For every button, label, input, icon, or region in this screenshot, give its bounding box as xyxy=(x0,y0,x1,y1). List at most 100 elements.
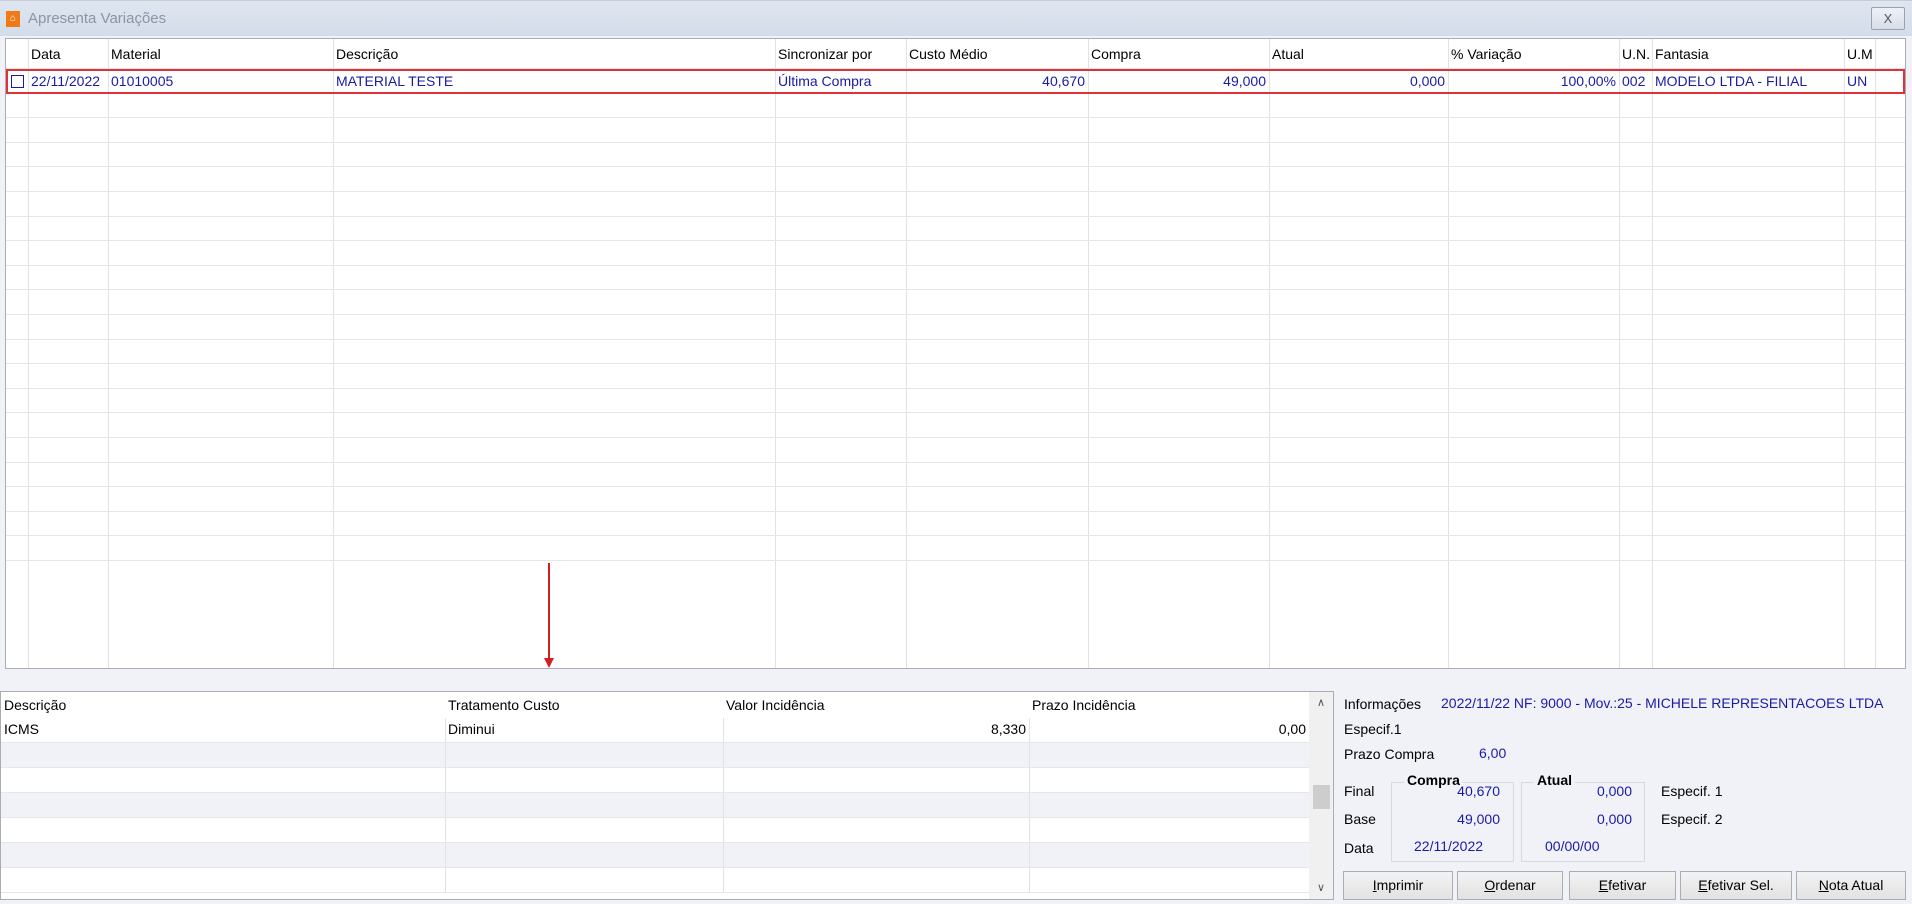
table-row xyxy=(6,266,1905,291)
column-header[interactable]: U.N. xyxy=(1619,39,1652,68)
column-divider xyxy=(723,818,724,842)
scroll-up-icon[interactable]: ∧ xyxy=(1309,692,1333,714)
table-row xyxy=(6,192,1905,217)
red-arrow-annotation xyxy=(548,563,550,661)
column-divider xyxy=(1029,818,1030,842)
efetivar-button[interactable]: Efetivar xyxy=(1569,871,1676,900)
cell-prazo: 0,00 xyxy=(1278,721,1306,737)
column-divider xyxy=(1029,843,1030,867)
table-row xyxy=(6,118,1905,143)
table-row xyxy=(6,364,1905,389)
table-row xyxy=(1,793,1309,818)
table-row xyxy=(6,241,1905,266)
especif1-label: Especif.1 xyxy=(1344,721,1402,737)
table-row xyxy=(6,143,1905,168)
column-header[interactable]: Descrição xyxy=(333,39,775,68)
app-icon: ⌂ xyxy=(6,11,20,27)
table-row[interactable]: ICMS Diminui 8,330 0,00 xyxy=(1,718,1309,743)
table-row xyxy=(6,536,1905,561)
column-header[interactable]: U.M xyxy=(1844,39,1875,68)
table-row xyxy=(6,413,1905,438)
informacoes-value: 2022/11/22 NF: 9000 - Mov.:25 - MICHELE … xyxy=(1441,695,1884,711)
column-header[interactable] xyxy=(1875,39,1905,68)
column-header[interactable]: Tratamento Custo xyxy=(445,692,723,721)
cell-variacao: 100,00% xyxy=(1560,73,1616,89)
compra-data-value: 22/11/2022 xyxy=(1414,838,1484,854)
title-bar: ⌂ Apresenta Variações X xyxy=(0,0,1912,36)
column-divider xyxy=(445,793,446,817)
compra-final-value: 40,670 xyxy=(1457,783,1500,799)
compra-base-value: 49,000 xyxy=(1457,811,1500,827)
column-divider xyxy=(445,818,446,842)
taxes-grid: Descrição Tratamento Custo Valor Incidênci… xyxy=(0,691,1334,900)
table-row xyxy=(1,743,1309,768)
table-row xyxy=(6,389,1905,414)
cell-compra: 49,000 xyxy=(1223,73,1266,89)
column-divider xyxy=(723,868,724,892)
column-divider xyxy=(445,743,446,767)
cell-fantasia: MODELO LTDA - FILIAL xyxy=(1655,73,1808,89)
table-row xyxy=(1,868,1309,893)
column-header[interactable]: Valor Incidência xyxy=(723,692,1029,721)
cell-material: 01010005 xyxy=(111,73,174,89)
informacoes-label: Informações xyxy=(1344,696,1422,712)
table-row xyxy=(6,94,1905,119)
table-row-selected[interactable]: 22/11/2022 01010005 MATERIAL TESTE Última C… xyxy=(6,69,1905,94)
column-header[interactable] xyxy=(6,39,28,68)
column-divider xyxy=(1029,743,1030,767)
final-label: Final xyxy=(1344,783,1375,799)
especif-1-label: Especif. 1 xyxy=(1661,783,1723,799)
window-title: Apresenta Variações xyxy=(28,10,167,27)
row-checkbox[interactable] xyxy=(11,74,24,88)
ordenar-button[interactable]: Ordenar xyxy=(1457,871,1563,900)
table-row xyxy=(6,290,1905,315)
table-row xyxy=(1,818,1309,843)
column-header[interactable]: Material xyxy=(108,39,333,68)
column-divider xyxy=(723,743,724,767)
nota-atual-button[interactable]: Nota Atual xyxy=(1796,871,1906,900)
table-row xyxy=(1,843,1309,868)
cell-custo_medio: 40,670 xyxy=(1042,73,1085,89)
header-row: Data Material Descrição Sincronizar por Cust… xyxy=(6,39,1905,69)
red-arrow-head xyxy=(544,658,554,668)
scroll-down-icon[interactable]: ∨ xyxy=(1309,877,1333,899)
column-header[interactable]: Atual xyxy=(1269,39,1448,68)
efetivar-sel-button[interactable]: Efetivar Sel. xyxy=(1680,871,1792,900)
table-row xyxy=(6,512,1905,537)
table-row xyxy=(1,768,1309,793)
vertical-scrollbar[interactable]: ∧ ∨ xyxy=(1309,692,1333,899)
column-divider xyxy=(445,768,446,792)
row-checkbox-cell[interactable] xyxy=(8,71,30,92)
cell-atual: 0,000 xyxy=(1409,73,1445,89)
table-row xyxy=(6,438,1905,463)
variations-grid: Data Material Descrição Sincronizar por Cust… xyxy=(5,38,1906,669)
atual-data-value: 00/00/00 xyxy=(1545,838,1600,854)
table-row xyxy=(6,463,1905,488)
scrollbar-thumb[interactable] xyxy=(1313,785,1330,809)
column-header[interactable]: Sincronizar por xyxy=(775,39,906,68)
column-header[interactable]: Data xyxy=(28,39,108,68)
column-header[interactable]: Descrição xyxy=(1,692,445,721)
column-header[interactable]: Compra xyxy=(1088,39,1269,68)
cell-um: UN xyxy=(1847,73,1868,89)
column-header[interactable]: % Variação xyxy=(1448,39,1619,68)
table-row xyxy=(6,167,1905,192)
column-divider xyxy=(445,843,446,867)
header-row: Descrição Tratamento Custo Valor Incidênci… xyxy=(1,692,1333,721)
especif-2-label: Especif. 2 xyxy=(1661,811,1723,827)
column-divider xyxy=(1029,768,1030,792)
column-header[interactable]: Fantasia xyxy=(1652,39,1844,68)
close-button[interactable]: X xyxy=(1871,7,1905,30)
atual-final-value: 0,000 xyxy=(1596,783,1632,799)
column-divider xyxy=(1029,793,1030,817)
prazo-compra-value: 6,00 xyxy=(1479,745,1507,761)
table-row xyxy=(6,340,1905,365)
atual-base-value: 0,000 xyxy=(1596,811,1632,827)
cell-valor: 8,330 xyxy=(990,721,1026,737)
cell-sincronizar: Última Compra xyxy=(778,73,872,89)
column-divider xyxy=(723,793,724,817)
imprimir-button[interactable]: Imprimir xyxy=(1343,871,1453,900)
column-divider xyxy=(445,868,446,892)
column-header[interactable]: Custo Médio xyxy=(906,39,1088,68)
column-header[interactable]: Prazo Incidência xyxy=(1029,692,1309,721)
